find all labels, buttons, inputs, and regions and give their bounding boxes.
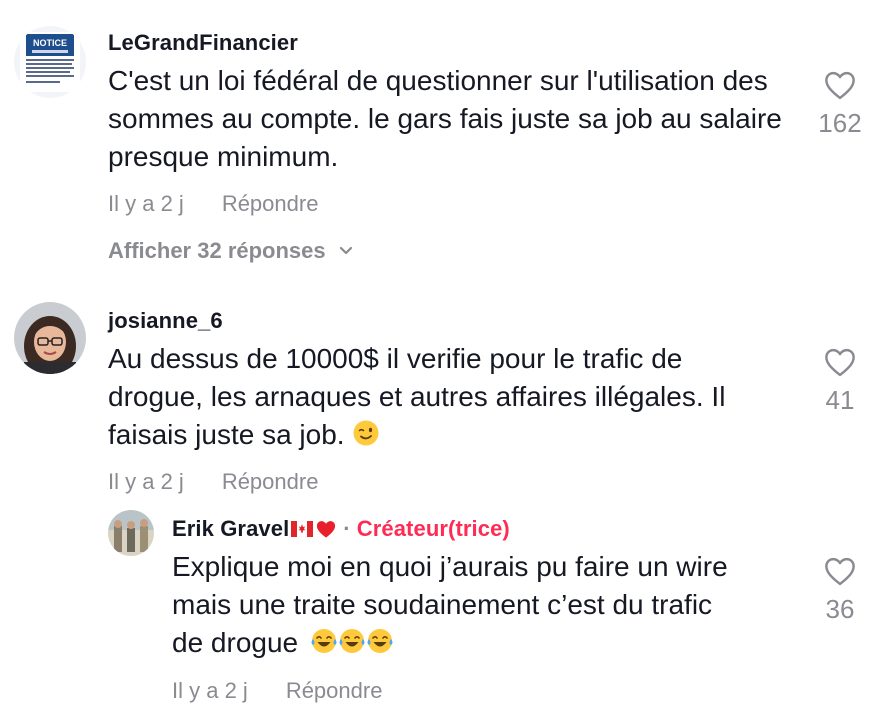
winking-face-emoji [353,420,379,446]
tears-of-joy-emoji [311,629,337,653]
reply-meta: Il y a 2 j Répondre [172,678,382,704]
heart-outline-icon[interactable] [823,70,857,100]
tears-of-joy-emoji [339,629,365,653]
chevron-down-icon[interactable] [338,245,354,257]
separator-dot: · [343,516,351,541]
comment-meta: Il y a 2 j Répondre [108,191,318,217]
reply-text-line-last: de drogue [172,624,792,662]
comment-text-line: faisais juste sa job. [108,419,345,450]
like-count: 36 [825,594,855,624]
like-count: 162 [818,108,862,138]
comment-text: Au dessus de 10000$ il verifie pour le t… [108,340,808,454]
comment-username[interactable]: josianne_6 [108,308,223,334]
comment-text-line: drogue, les arnaques et autres affaires … [108,381,726,412]
view-replies-button[interactable]: Afficher 32 réponses [108,238,354,264]
reply-timestamp: Il y a 2 j [172,678,248,703]
like-button[interactable]: 162 [810,70,870,139]
view-replies-label[interactable]: Afficher 32 réponses [108,238,326,264]
like-button[interactable]: 41 [810,347,870,416]
comment-text-line-last: faisais juste sa job. [108,416,808,454]
comment-meta: Il y a 2 j Répondre [108,469,318,495]
creator-badge: Créateur(trice) [356,516,510,541]
tears-of-joy-emoji [367,629,393,653]
avatar-josianne[interactable] [14,302,86,374]
reply-text: Explique moi en quoi j’aurais pu faire u… [172,548,792,662]
reply-text-line: de drogue [172,627,299,658]
reply-text-line: mais une traite soudainement c’est du tr… [172,589,713,620]
canada-flag-emoji [291,521,314,537]
avatar-legrandfinancier[interactable]: NOTICE [14,26,86,98]
comment-text-line: Au dessus de 10000$ il verifie pour le t… [108,343,683,374]
comment-text: C'est un loi fédéral de questionner sur … [108,65,782,172]
reply-button[interactable]: Répondre [222,191,319,217]
avatar-notice-text: NOTICE [33,38,67,48]
comment-timestamp: Il y a 2 j [108,191,184,216]
heart-outline-icon[interactable] [823,556,857,586]
comment-timestamp: Il y a 2 j [108,469,184,494]
avatar-erik-gravel[interactable] [108,510,154,556]
heart-outline-icon[interactable] [823,347,857,377]
tears-of-joy-emojis [310,627,394,658]
reply-username[interactable]: Erik Gravel [172,516,289,542]
reply-text-line: Explique moi en quoi j’aurais pu faire u… [172,551,728,582]
reply-button[interactable]: Répondre [222,469,319,495]
reply-header: Erik Gravel · Créateur(trice) [172,516,510,542]
like-button[interactable]: 36 [810,556,870,625]
comment-username[interactable]: LeGrandFinancier [108,30,298,56]
reply-button[interactable]: Répondre [286,678,383,704]
like-count: 41 [825,385,855,415]
red-heart-emoji [317,521,336,538]
